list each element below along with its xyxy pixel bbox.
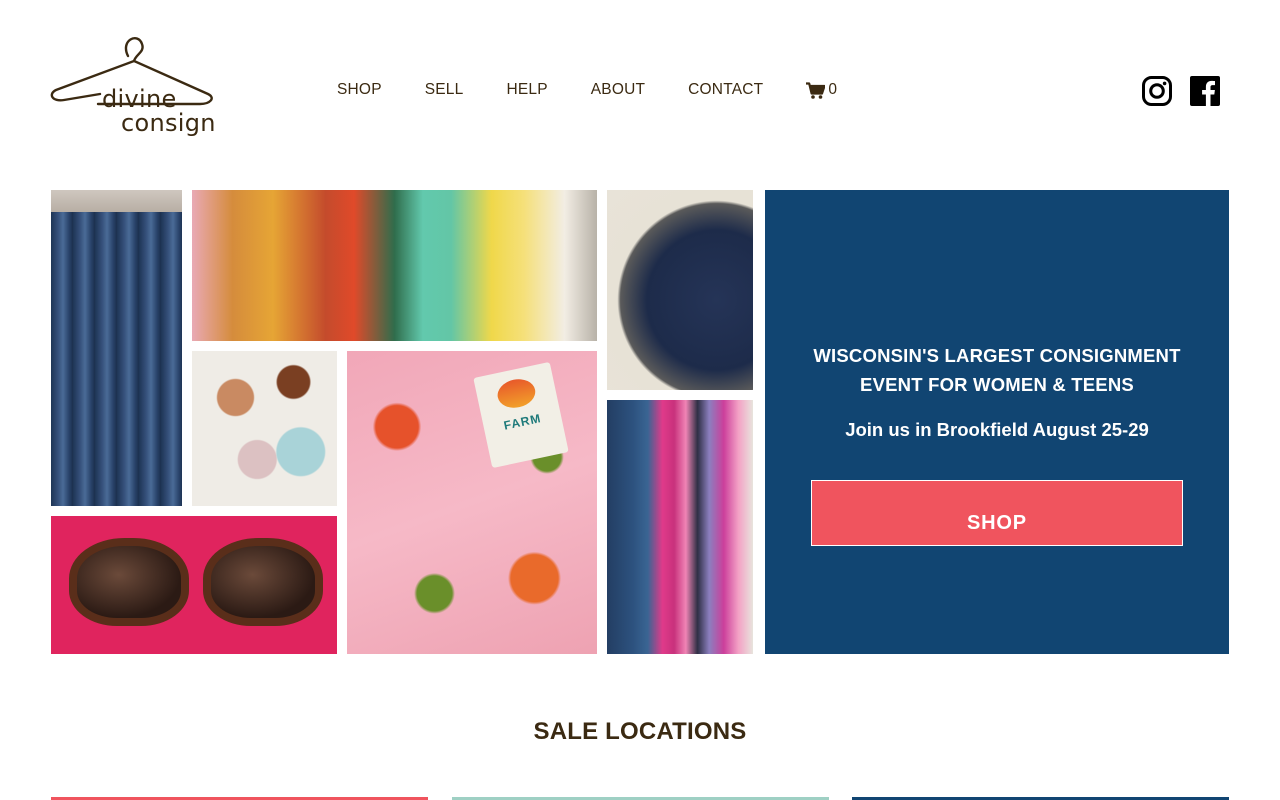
handbag-photo [607,190,753,390]
logo[interactable]: divine consign [50,34,220,140]
sale-locations-title: SALE LOCATIONS [533,718,747,745]
cart-link[interactable]: 0 [806,81,837,99]
promo-subtext: Join us in Brookfield August 25-29 [845,419,1149,440]
promo-headline-line2: EVENT FOR WOMEN & TEENS [860,374,1134,395]
instagram-icon[interactable] [1142,76,1172,111]
cart-count: 0 [828,81,837,98]
logo-text-line2: consign [121,109,216,137]
sunglasses-photo [51,516,337,654]
promo-panel: WISCONSIN'S LARGEST CONSIGNMENT EVENT FO… [765,190,1229,654]
shopping-cart-icon [806,81,826,99]
nav-shop[interactable]: SHOP [337,81,382,99]
shop-button[interactable]: SHOP [811,480,1183,546]
jeans-photo [51,190,182,506]
facebook-icon[interactable] [1190,76,1220,111]
promo-headline: WISCONSIN'S LARGEST CONSIGNMENT EVENT FO… [765,341,1229,399]
nav-help[interactable]: HELP [506,81,547,99]
nav-sell[interactable]: SELL [425,81,464,99]
dress-brand-tag: FARM [473,361,569,469]
dress-tag-brand-text: FARM [502,411,543,433]
nav-about[interactable]: ABOUT [591,81,645,99]
shoes-photo [192,351,337,506]
nav-contact[interactable]: CONTACT [688,81,763,99]
shop-button-label: SHOP [967,512,1027,534]
colorful-tops-photo [192,190,597,341]
promo-headline-line1: WISCONSIN'S LARGEST CONSIGNMENT [813,345,1181,366]
main-nav: SHOP SELL HELP ABOUT CONTACT 0 [337,80,837,100]
floral-dress-photo: FARM [347,351,597,654]
clothing-rack-photo [607,400,753,654]
